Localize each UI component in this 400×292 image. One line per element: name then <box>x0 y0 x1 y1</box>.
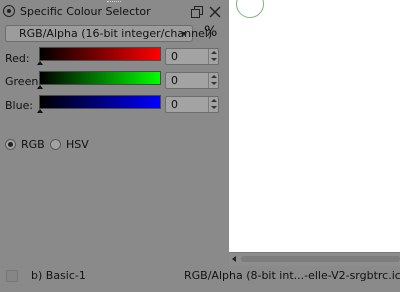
increment-icon[interactable] <box>211 51 217 54</box>
increment-icon[interactable] <box>211 75 217 78</box>
docker-title: Specific Colour Selector <box>20 5 151 18</box>
docker-titlebar[interactable]: Specific Colour Selector <box>0 4 229 22</box>
color-selector-icon <box>3 5 15 17</box>
brush-preset-thumbnail <box>6 270 18 282</box>
red-channel-slider[interactable] <box>39 47 161 61</box>
canvas-horizontal-scrollbar[interactable] <box>229 252 400 266</box>
canvas-area[interactable] <box>229 0 400 252</box>
rgb-radio-label[interactable]: RGB <box>21 138 45 151</box>
color-profile-info[interactable]: RGB/Alpha (8-bit int...-elle-V2-srgbtrc.… <box>184 269 400 282</box>
green-channel-spinbox[interactable]: 0 <box>165 72 219 89</box>
spin-buttons[interactable] <box>208 97 219 112</box>
blue-channel-spinbox[interactable]: 0 <box>165 96 219 113</box>
blue-slider-handle[interactable] <box>37 109 43 113</box>
chevron-down-icon <box>181 32 187 36</box>
close-icon[interactable] <box>209 6 221 18</box>
decrement-icon[interactable] <box>211 82 217 85</box>
rgb-radio[interactable] <box>5 139 16 150</box>
float-window-icon[interactable] <box>191 6 203 18</box>
green-channel-value[interactable]: 0 <box>171 74 178 87</box>
red-channel-spinbox[interactable]: 0 <box>165 48 219 65</box>
red-slider-handle[interactable] <box>37 61 43 65</box>
decrement-icon[interactable] <box>211 106 217 109</box>
spin-buttons[interactable] <box>208 49 219 64</box>
blue-channel-label: Blue: <box>5 99 34 112</box>
scroll-left-icon[interactable] <box>232 256 236 262</box>
hsv-radio[interactable] <box>50 139 61 150</box>
red-channel-value[interactable]: 0 <box>171 50 178 63</box>
decrement-icon[interactable] <box>211 58 217 61</box>
percent-toggle-button[interactable]: % <box>204 24 217 40</box>
green-slider-handle[interactable] <box>37 85 43 89</box>
red-channel-label: Red: <box>5 52 30 65</box>
blue-channel-value[interactable]: 0 <box>171 98 178 111</box>
blue-channel-slider[interactable] <box>39 95 161 109</box>
specific-colour-selector-docker: Specific Colour Selector RGB/Alpha (16-b… <box>0 0 229 252</box>
hsv-radio-label[interactable]: HSV <box>66 138 89 151</box>
status-bar: b) Basic-1 RGB/Alpha (8-bit int...-elle-… <box>0 266 400 292</box>
increment-icon[interactable] <box>211 99 217 102</box>
green-channel-slider[interactable] <box>39 71 161 85</box>
spin-buttons[interactable] <box>208 73 219 88</box>
color-model-dropdown[interactable]: RGB/Alpha (16-bit integer/channel) <box>5 25 212 42</box>
brush-preset-name: b) Basic-1 <box>31 269 86 282</box>
scrollbar-thumb[interactable] <box>241 256 400 262</box>
